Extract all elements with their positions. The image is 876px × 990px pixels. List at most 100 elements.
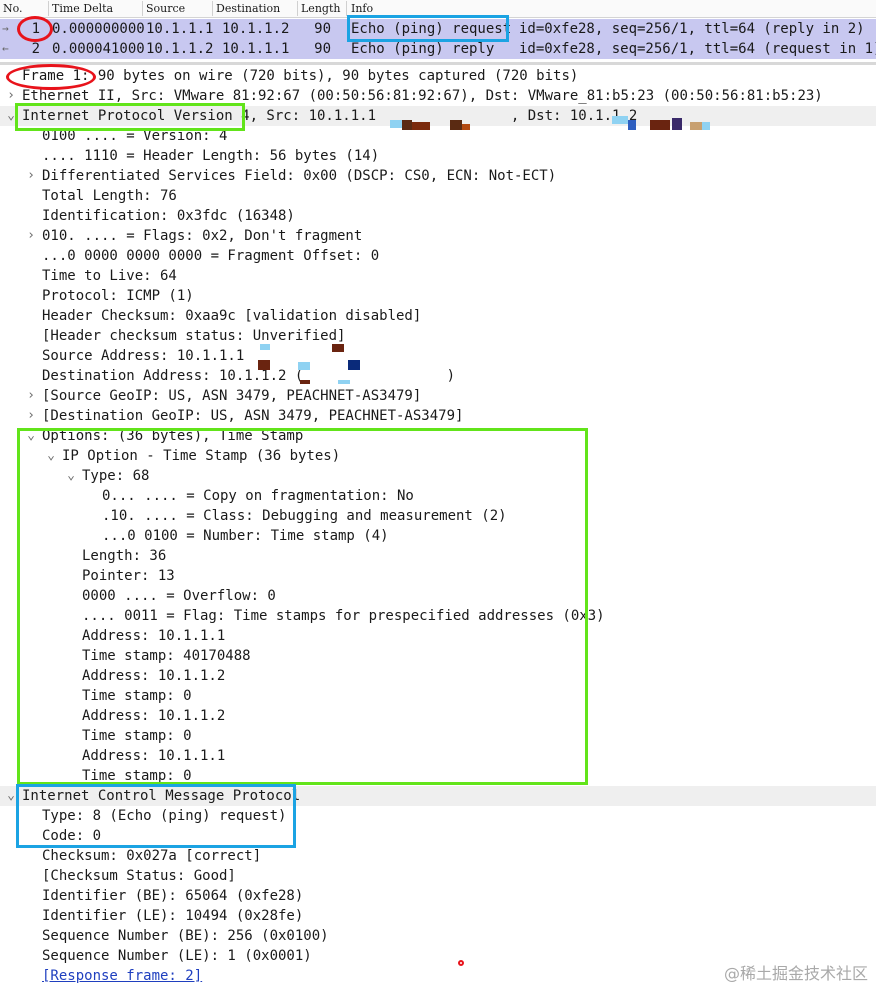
protocol-tree-field[interactable]: .... 0011 = Flag: Time stamps for prespe… bbox=[0, 606, 876, 626]
protocol-tree-field[interactable]: ⌄ Type: 68 bbox=[0, 466, 876, 486]
tree-row-text: .... 0011 = Flag: Time stamps for prespe… bbox=[82, 608, 605, 624]
protocol-tree-field[interactable]: Code: 0 bbox=[0, 826, 876, 846]
expand-chevron-icon[interactable]: › bbox=[25, 226, 37, 246]
packet-info-type: Echo (ping) request bbox=[351, 21, 512, 37]
protocol-tree-field[interactable]: Identification: 0x3fdc (16348) bbox=[0, 206, 876, 226]
packet-row-1[interactable]: → 1 0.000000000 10.1.1.1 10.1.1.2 90 Ech… bbox=[0, 19, 876, 39]
tree-row-text: [Source GeoIP: US, ASN 3479, PEACHNET-AS… bbox=[42, 388, 422, 404]
collapse-chevron-icon[interactable]: ⌄ bbox=[5, 786, 17, 806]
packet-time: 0.000000000 bbox=[52, 21, 145, 37]
protocol-tree-field[interactable]: Time to Live: 64 bbox=[0, 266, 876, 286]
tree-row-text: .... 1110 = Header Length: 56 bytes (14) bbox=[42, 148, 380, 164]
column-header-source[interactable]: Source bbox=[146, 2, 185, 15]
packet-destination: 10.1.1.2 bbox=[222, 21, 290, 37]
tree-row-text: Checksum: 0x027a [correct] bbox=[42, 848, 262, 864]
protocol-tree-field[interactable]: › Differentiated Services Field: 0x00 (DS… bbox=[0, 166, 876, 186]
tree-row-text: Ethernet II, Src: VMware_81:92:67 (00:50… bbox=[22, 88, 823, 104]
protocol-tree-field[interactable]: Type: 8 (Echo (ping) request) bbox=[0, 806, 876, 826]
protocol-tree-field[interactable]: Address: 10.1.1.2 bbox=[0, 666, 876, 686]
protocol-tree-field[interactable]: Identifier (BE): 65064 (0xfe28) bbox=[0, 886, 876, 906]
tree-row-text: Type: 68 bbox=[82, 468, 150, 484]
collapse-chevron-icon[interactable]: ⌄ bbox=[5, 106, 17, 126]
tree-row-text: Time stamp: 40170488 bbox=[82, 648, 251, 664]
protocol-tree-node[interactable]: ⌄ Internet Protocol Version 4, Src: 10.1.… bbox=[0, 106, 876, 126]
column-header-info[interactable]: Info bbox=[351, 2, 373, 15]
tree-row-text: [Checksum Status: Good] bbox=[42, 868, 236, 884]
tree-row-text: Time stamp: 0 bbox=[82, 728, 192, 744]
tree-row-text: 0... .... = Copy on fragmentation: No bbox=[102, 488, 414, 504]
protocol-tree-field[interactable]: Total Length: 76 bbox=[0, 186, 876, 206]
pane-splitter[interactable] bbox=[0, 62, 876, 65]
protocol-tree-field[interactable]: Address: 10.1.1.2 bbox=[0, 706, 876, 726]
tree-row-text: Sequence Number (BE): 256 (0x0100) bbox=[42, 928, 329, 944]
protocol-tree-field[interactable]: [Header checksum status: Unverified] bbox=[0, 326, 876, 346]
packet-list: No. Time Delta Source Destination Length… bbox=[0, 0, 876, 62]
protocol-tree-field[interactable]: Destination Address: 10.1.1.2 ( ) bbox=[0, 366, 876, 386]
protocol-tree-field[interactable]: [Checksum Status: Good] bbox=[0, 866, 876, 886]
protocol-tree-field[interactable]: Time stamp: 40170488 bbox=[0, 646, 876, 666]
protocol-tree-field[interactable]: Time stamp: 0 bbox=[0, 726, 876, 746]
collapse-chevron-icon[interactable]: ⌄ bbox=[65, 466, 77, 486]
packet-info-detail: id=0xfe28, seq=256/1, ttl=64 (reply in 2… bbox=[519, 21, 865, 37]
tree-row-text: [Destination GeoIP: US, ASN 3479, PEACHN… bbox=[42, 408, 464, 424]
protocol-tree-field[interactable]: Time stamp: 0 bbox=[0, 766, 876, 786]
protocol-tree-field[interactable]: Identifier (LE): 10494 (0x28fe) bbox=[0, 906, 876, 926]
protocol-tree-field[interactable]: 0000 .... = Overflow: 0 bbox=[0, 586, 876, 606]
tree-row-text: Sequence Number (LE): 1 (0x0001) bbox=[42, 948, 312, 964]
column-header-destination[interactable]: Destination bbox=[216, 2, 280, 15]
protocol-tree-node[interactable]: › Ethernet II, Src: VMware_81:92:67 (00:5… bbox=[0, 86, 876, 106]
tree-row-text: Time to Live: 64 bbox=[42, 268, 177, 284]
collapse-chevron-icon[interactable]: ⌄ bbox=[25, 426, 37, 446]
protocol-tree-field[interactable]: Pointer: 13 bbox=[0, 566, 876, 586]
packet-number: 2 bbox=[31, 41, 40, 57]
packet-details-tree: Frame 1: 90 bytes on wire (720 bits), 90… bbox=[0, 66, 876, 990]
protocol-tree-field[interactable]: ⌄ Options: (36 bytes), Time Stamp bbox=[0, 426, 876, 446]
protocol-tree-field[interactable]: › [Source GeoIP: US, ASN 3479, PEACHNET-A… bbox=[0, 386, 876, 406]
protocol-tree-field[interactable]: ...0 0100 = Number: Time stamp (4) bbox=[0, 526, 876, 546]
packet-length: 90 bbox=[314, 41, 331, 57]
protocol-tree-node[interactable]: ⌄ Internet Control Message Protocol bbox=[0, 786, 876, 806]
protocol-tree-field[interactable]: Checksum: 0x027a [correct] bbox=[0, 846, 876, 866]
column-header-length[interactable]: Length bbox=[301, 2, 340, 15]
tree-row-text: .10. .... = Class: Debugging and measure… bbox=[102, 508, 507, 524]
protocol-tree-field[interactable]: .... 1110 = Header Length: 56 bytes (14) bbox=[0, 146, 876, 166]
tree-row-text: [Header checksum status: Unverified] bbox=[42, 328, 346, 344]
expand-chevron-icon[interactable]: › bbox=[25, 166, 37, 186]
tree-row-text: Destination Address: 10.1.1.2 ( ) bbox=[42, 368, 456, 384]
protocol-tree-node[interactable]: Frame 1: 90 bytes on wire (720 bits), 90… bbox=[0, 66, 876, 86]
tree-row-text: IP Option - Time Stamp (36 bytes) bbox=[62, 448, 341, 464]
response-frame-link[interactable]: [Response frame: 2] bbox=[42, 966, 202, 986]
protocol-tree-field[interactable]: Time stamp: 0 bbox=[0, 686, 876, 706]
tree-row-text: 010. .... = Flags: 0x2, Don't fragment bbox=[42, 228, 363, 244]
protocol-tree-field[interactable]: Address: 10.1.1.1 bbox=[0, 746, 876, 766]
expand-chevron-icon[interactable]: › bbox=[5, 86, 17, 106]
protocol-tree-field[interactable]: 0100 .... = Version: 4 bbox=[0, 126, 876, 146]
protocol-tree-field[interactable]: Protocol: ICMP (1) bbox=[0, 286, 876, 306]
column-header-time-delta[interactable]: Time Delta bbox=[52, 2, 113, 15]
tree-row-text: Length: 36 bbox=[82, 548, 167, 564]
tree-row-text: Internet Control Message Protocol bbox=[22, 788, 301, 804]
tree-row-text: Internet Protocol Version 4, Src: 10.1.1… bbox=[22, 108, 638, 124]
protocol-tree-field[interactable]: 0... .... = Copy on fragmentation: No bbox=[0, 486, 876, 506]
expand-chevron-icon[interactable]: › bbox=[25, 406, 37, 426]
collapse-chevron-icon[interactable]: ⌄ bbox=[45, 446, 57, 466]
protocol-tree-field[interactable]: Header Checksum: 0xaa9c [validation disa… bbox=[0, 306, 876, 326]
column-header-no[interactable]: No. bbox=[3, 2, 23, 15]
protocol-tree-field[interactable]: Sequence Number (BE): 256 (0x0100) bbox=[0, 926, 876, 946]
protocol-tree-field[interactable]: › [Destination GeoIP: US, ASN 3479, PEACH… bbox=[0, 406, 876, 426]
packet-destination: 10.1.1.1 bbox=[222, 41, 290, 57]
protocol-tree-field[interactable]: ...0 0000 0000 0000 = Fragment Offset: 0 bbox=[0, 246, 876, 266]
packet-info-type: Echo (ping) reply bbox=[351, 41, 495, 57]
protocol-tree-field[interactable]: Address: 10.1.1.1 bbox=[0, 626, 876, 646]
tree-row-text: Address: 10.1.1.2 bbox=[82, 708, 226, 724]
packet-row-2[interactable]: ← 2 0.000041000 10.1.1.2 10.1.1.1 90 Ech… bbox=[0, 39, 876, 59]
expand-chevron-icon[interactable]: › bbox=[25, 386, 37, 406]
protocol-tree-field[interactable]: › 010. .... = Flags: 0x2, Don't fragment bbox=[0, 226, 876, 246]
protocol-tree-field[interactable]: ⌄ IP Option - Time Stamp (36 bytes) bbox=[0, 446, 876, 466]
packet-source: 10.1.1.2 bbox=[146, 41, 214, 57]
protocol-tree-field[interactable]: Length: 36 bbox=[0, 546, 876, 566]
tree-row-text: Header Checksum: 0xaa9c [validation disa… bbox=[42, 308, 422, 324]
protocol-tree-field[interactable]: Source Address: 10.1.1.1 bbox=[0, 346, 876, 366]
protocol-tree-field[interactable]: .10. .... = Class: Debugging and measure… bbox=[0, 506, 876, 526]
tree-row-text: Options: (36 bytes), Time Stamp bbox=[42, 428, 304, 444]
